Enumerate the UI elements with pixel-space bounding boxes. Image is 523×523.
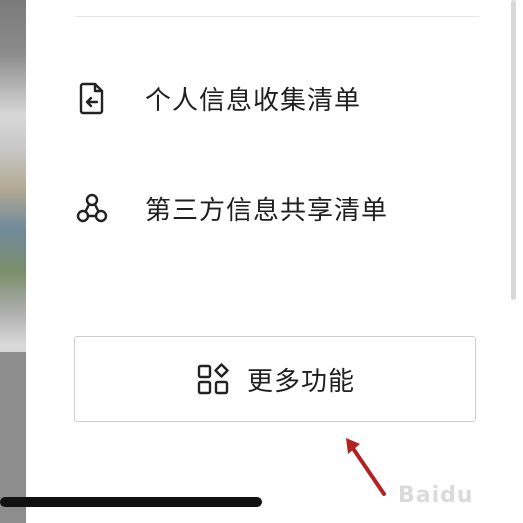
annotation-arrow-icon	[346, 438, 386, 496]
menu-item-third-party-share-list[interactable]: 第三方信息共享清单	[75, 178, 495, 238]
more-features-label: 更多功能	[246, 366, 355, 397]
more-features-button[interactable]: 更多功能	[74, 336, 476, 422]
home-indicator[interactable]	[0, 497, 262, 507]
grid-shapes-icon	[195, 361, 231, 397]
document-return-icon	[75, 81, 109, 115]
scrollbar[interactable]	[511, 0, 516, 300]
menu-item-label: 第三方信息共享清单	[145, 195, 389, 226]
watermark-logo: Baidu	[398, 483, 474, 508]
share-nodes-icon	[75, 191, 109, 225]
menu-item-personal-info-list[interactable]: 个人信息收集清单	[75, 68, 495, 128]
menu-item-label: 个人信息收集清单	[145, 85, 362, 116]
divider	[75, 16, 479, 17]
